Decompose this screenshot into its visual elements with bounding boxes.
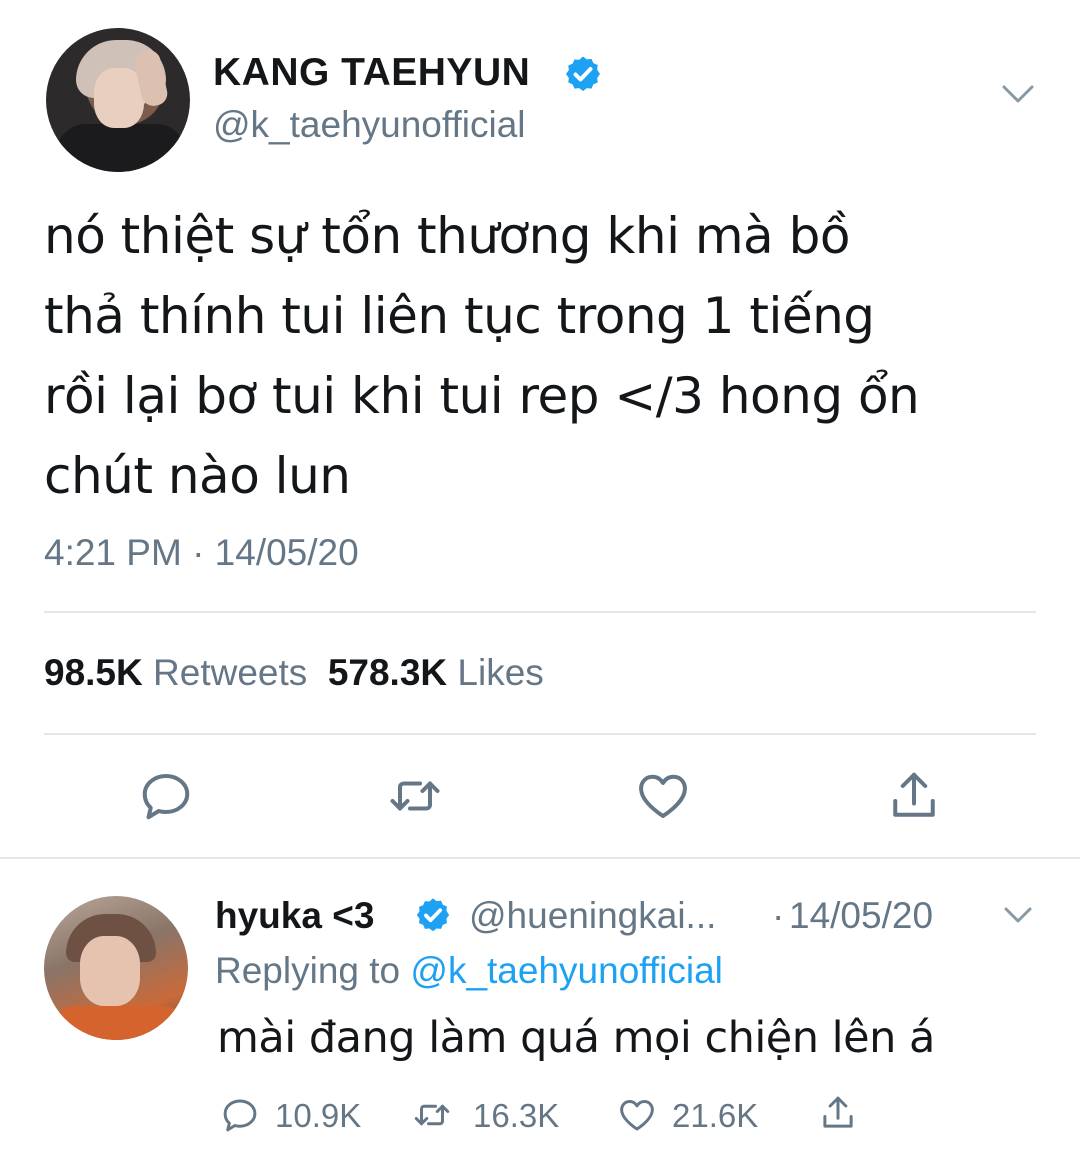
reply-icon[interactable] xyxy=(136,766,196,826)
reply-handle[interactable]: @hueningkai... xyxy=(469,895,716,937)
retweet-count: 16.3K xyxy=(473,1097,560,1134)
chevron-down-icon[interactable] xyxy=(1000,82,1036,106)
reply-text: mài đang làm quá mọi chiện lên á xyxy=(217,1013,935,1063)
verified-badge-icon xyxy=(416,898,450,932)
like-icon[interactable] xyxy=(616,1094,658,1136)
verified-badge-icon xyxy=(566,56,600,91)
reply-date[interactable]: 14/05/20 xyxy=(789,895,933,937)
divider xyxy=(44,611,1036,613)
like-count: 21.6K xyxy=(672,1097,759,1134)
section-divider xyxy=(0,857,1080,859)
retweets-count[interactable]: 98.5K xyxy=(44,652,143,693)
divider xyxy=(44,733,1036,735)
author-display-name[interactable]: KANG TAEHYUN xyxy=(213,51,530,95)
share-icon[interactable] xyxy=(817,1092,859,1134)
like-icon[interactable] xyxy=(633,766,693,826)
author-avatar[interactable] xyxy=(46,28,190,172)
author-handle[interactable]: @k_taehyunofficial xyxy=(213,104,526,146)
replying-mention[interactable]: @k_taehyunofficial xyxy=(410,950,723,991)
retweet-icon[interactable] xyxy=(385,766,445,826)
reply-author-avatar[interactable] xyxy=(44,896,188,1040)
replying-prefix: Replying to xyxy=(215,950,401,991)
tweet-timestamp[interactable]: 4:21 PM · 14/05/20 xyxy=(44,532,359,574)
share-icon[interactable] xyxy=(884,766,944,826)
reply-count: 10.9K xyxy=(275,1097,362,1134)
reply-separator: · xyxy=(772,895,785,936)
replying-to: Replying to @k_taehyunofficial xyxy=(215,950,723,992)
reply-display-name[interactable]: hyuka <3 xyxy=(215,895,374,937)
chevron-down-icon[interactable] xyxy=(1002,905,1034,927)
likes-label[interactable]: Likes xyxy=(457,652,543,693)
retweet-icon[interactable] xyxy=(411,1094,453,1136)
tweet-text: nó thiệt sự tổn thương khi mà bồ thả thí… xyxy=(44,207,920,505)
retweets-label[interactable]: Retweets xyxy=(153,652,307,693)
likes-count[interactable]: 578.3K xyxy=(328,652,447,693)
reply-icon[interactable] xyxy=(219,1094,261,1136)
engagement-stats: 98.5K Retweets 578.3K Likes xyxy=(44,652,544,694)
